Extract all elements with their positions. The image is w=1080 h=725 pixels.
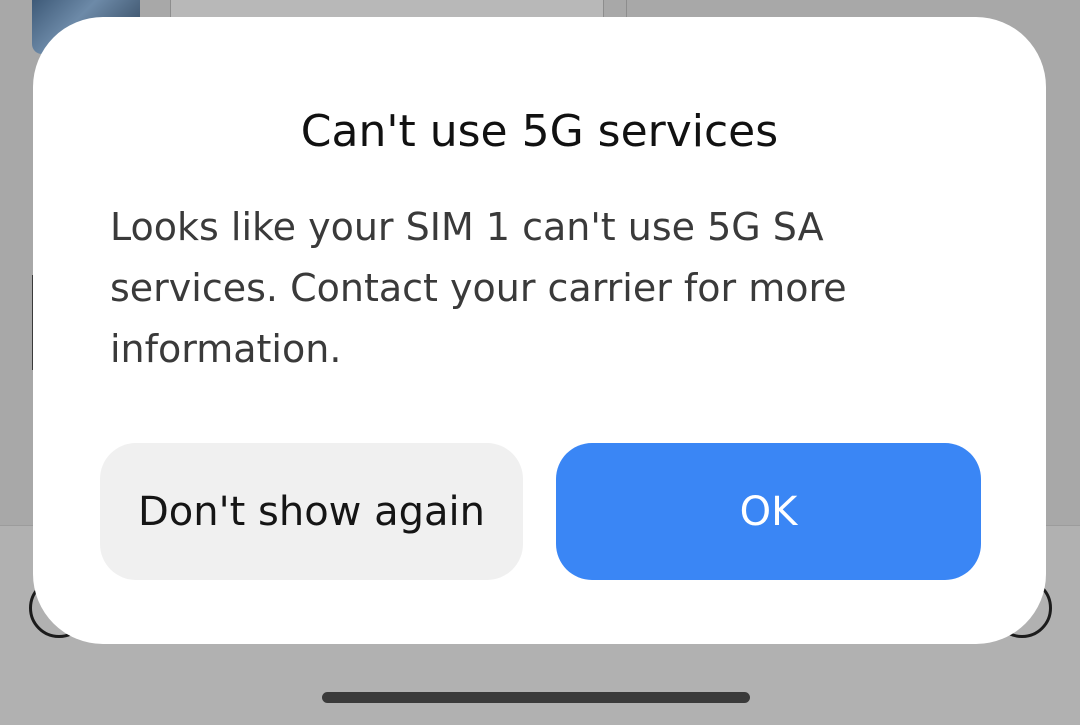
dialog-title: Can't use 5G services: [300, 106, 779, 157]
home-indicator-bar[interactable]: [322, 692, 750, 703]
alert-dialog: Can't use 5G services Looks like your SI…: [33, 17, 1046, 644]
dont-show-again-button[interactable]: Don't show again: [100, 443, 523, 580]
ok-button[interactable]: OK: [556, 443, 981, 580]
dialog-message: Looks like your SIM 1 can't use 5G SA se…: [110, 205, 847, 371]
background-table-divider: [626, 0, 627, 18]
